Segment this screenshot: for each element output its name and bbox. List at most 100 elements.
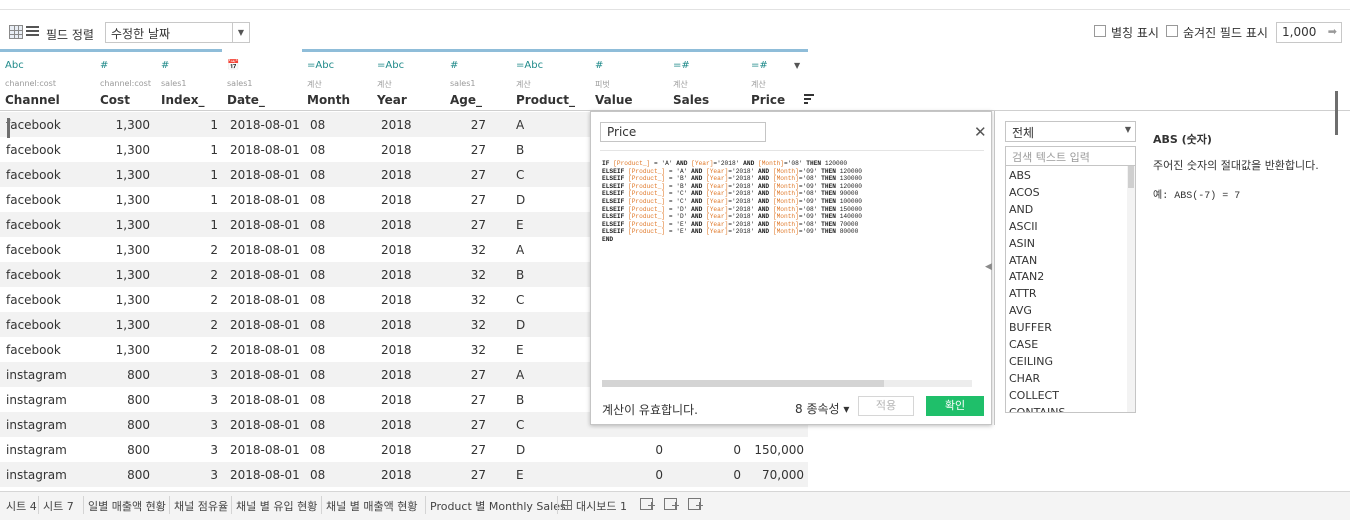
function-search-input[interactable]: 검색 텍스트 입력 [1005,146,1136,166]
formula-editor[interactable]: IF [Product_] = 'A' AND [Year]='2018' AN… [602,160,972,244]
data-type-icon[interactable]: # [450,60,458,71]
function-list-item[interactable]: ATTR [1009,287,1037,300]
data-type-icon[interactable]: # [595,60,603,71]
code-token: [Month] [772,197,799,205]
list-view-icon[interactable] [26,25,40,39]
panel-scroll-thumb[interactable] [1335,91,1338,135]
apply-button[interactable]: 적용 [858,396,914,416]
alias-checkbox[interactable] [1094,25,1106,37]
tab-divider [83,496,84,514]
new-worksheet-icon[interactable] [640,498,655,510]
column-header[interactable]: =Abc 계산 Year [372,49,445,110]
column-header[interactable]: # sales1 Age_ [445,49,511,110]
data-type-icon[interactable]: =Abc [307,60,334,71]
hidden-fields-checkbox[interactable] [1166,25,1178,37]
grid-view-icon[interactable] [9,25,23,39]
code-token: AND [758,220,773,228]
function-list-scroll-thumb[interactable] [1128,166,1134,188]
function-list-scrollbar[interactable] [1127,166,1135,412]
cell-month: 08 [310,168,326,182]
code-token: [Month] [772,220,799,228]
cell-cost: 1,300 [115,268,150,282]
column-header[interactable]: =Abc 계산 Month [302,49,372,110]
function-list-item[interactable]: CEILING [1009,355,1053,368]
code-token: AND [691,213,706,221]
function-list-item[interactable]: ATAN [1009,254,1037,267]
sheet-tab[interactable]: 시트 7 [43,498,74,514]
function-list-item[interactable]: ABS [1009,169,1031,182]
new-story-icon[interactable] [688,498,703,510]
editor-scrollbar[interactable] [602,380,972,387]
data-type-icon[interactable]: =# [673,60,690,71]
sheet-tab[interactable]: 채널 별 매출액 현황 [326,498,417,514]
data-type-icon[interactable]: =Abc [516,60,543,71]
code-token: [Month] [772,175,799,183]
data-type-icon[interactable]: =Abc [377,60,404,71]
sheet-tab[interactable]: 대시보드 1 [576,498,627,514]
hidden-fields-label: 숨겨진 필드 표시 [1183,26,1268,40]
code-token: [Year] [706,182,729,190]
column-name: Channel [5,93,60,107]
function-list-item[interactable]: COLLECT [1009,389,1059,402]
data-type-icon[interactable]: =# [751,60,768,71]
function-list-item[interactable]: AND [1009,203,1033,216]
column-header[interactable]: # sales1 Index_ [156,49,222,110]
column-header[interactable]: # channel:cost Cost [95,49,156,110]
sort-select[interactable]: 수정한 날짜 ▼ [105,22,250,43]
grid-scroll-thumb[interactable] [7,118,10,138]
function-list-item[interactable]: CASE [1009,338,1038,351]
column-header[interactable]: 📅 sales1 Date_ [222,49,302,110]
arrow-right-icon[interactable]: ➡ [1328,25,1337,38]
data-type-icon[interactable]: 📅 [227,60,239,71]
cell-cost: 1,300 [115,243,150,257]
function-list-item[interactable]: ACOS [1009,186,1040,199]
column-header[interactable]: =Abc 계산 Product_ [511,49,590,110]
column-menu-icon[interactable]: ▼ [794,61,800,70]
column-header[interactable]: =# 계산 Price ▼ [746,49,814,110]
function-list-item[interactable]: BUFFER [1009,321,1052,334]
calc-name-input[interactable]: Price [600,122,766,142]
table-row[interactable]: instagram 800 3 2018-08-01 08 2018 27 D 0 0 150,00… [0,437,808,462]
sheet-tab[interactable]: 일별 매출액 현황 [88,498,166,514]
function-list-item[interactable]: AVG [1009,304,1032,317]
code-token: ='2018' [728,197,758,205]
code-token: [Month] [772,213,799,221]
column-header[interactable]: =# 계산 Sales [668,49,746,110]
rows-input[interactable]: 1,000 ➡ [1276,22,1342,43]
column-header[interactable]: # 피벗 Value [590,49,668,110]
code-token: AND [676,160,692,167]
data-type-icon[interactable]: # [161,60,169,71]
code-token: ='2018' [728,190,758,198]
sort-label: 필드 정렬 [46,28,94,42]
cell-index: 1 [210,143,218,157]
code-token: = 'D' [665,213,692,221]
column-source: 피벗 [595,80,610,89]
sheet-tab[interactable]: 채널 점유율 [174,498,228,514]
function-list-item[interactable]: CONTAINS [1009,406,1065,412]
data-type-icon[interactable]: # [100,60,108,71]
editor-scroll-thumb[interactable] [602,380,884,387]
function-list-item[interactable]: ASIN [1009,237,1035,250]
cell-year: 2018 [381,443,412,457]
dependencies-dropdown[interactable]: 8 종속성 ▾ [795,400,849,417]
function-list-item[interactable]: ATAN2 [1009,270,1044,283]
function-list-item[interactable]: CHAR [1009,372,1040,385]
collapse-panel-icon[interactable]: ◀ [985,262,992,272]
function-list-item[interactable]: ASCII [1009,220,1038,233]
table-row[interactable]: instagram 800 3 2018-08-01 08 2018 27 E 0 0 70,000 [0,462,808,487]
close-icon[interactable]: ✕ [974,123,987,141]
code-token: 120000 [839,167,862,175]
code-token: ='2018' [728,213,758,221]
function-category-select[interactable]: 전체 ▼ [1005,121,1136,142]
new-dashboard-icon[interactable] [664,498,679,510]
column-header[interactable]: Abc channel:cost Channel [0,49,95,110]
sheet-tab[interactable]: 시트 4 [6,498,37,514]
sort-icon[interactable] [804,94,814,104]
code-token: [Year] [706,167,729,175]
sheet-tab[interactable]: 채널 별 유입 현황 [236,498,317,514]
sheet-tab[interactable]: Product 별 Monthly Sales [430,498,566,514]
cell-sales: 0 [733,443,741,457]
data-type-icon[interactable]: Abc [5,60,24,71]
ok-button[interactable]: 확인 [926,396,984,416]
caret-down-icon: ▾ [843,402,850,416]
